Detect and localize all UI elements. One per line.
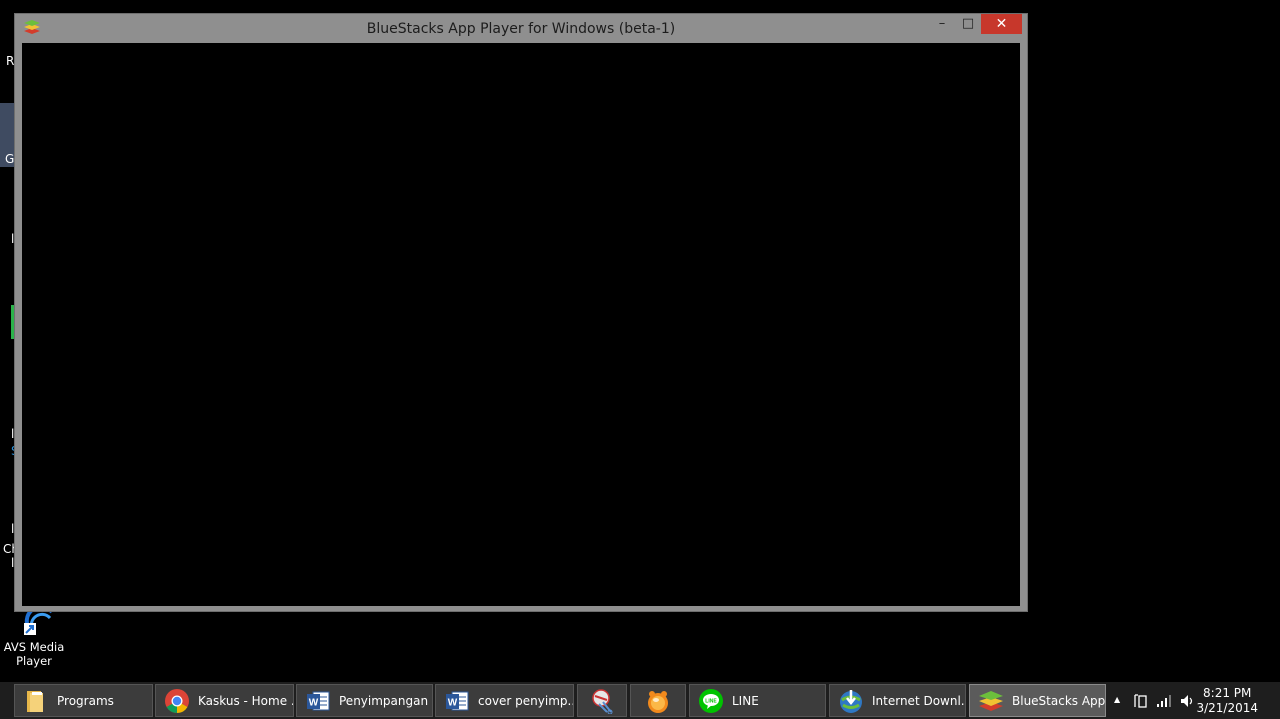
taskbar-item-word-cover[interactable]: W cover penyimp... bbox=[435, 684, 574, 717]
close-button[interactable]: ✕ bbox=[981, 14, 1022, 34]
desktop-icon-avs-media-player[interactable]: AVS Media Player bbox=[2, 604, 66, 668]
minimize-button[interactable]: – bbox=[933, 14, 951, 34]
taskbar-item-chrome[interactable]: Kaskus - Home ... bbox=[155, 684, 294, 717]
taskbar-item-label: cover penyimp... bbox=[478, 693, 573, 708]
avs-media-player-icon bbox=[14, 604, 54, 638]
taskbar-item-label: Kaskus - Home ... bbox=[198, 693, 293, 708]
taskbar-item-label: Programs bbox=[57, 693, 114, 708]
taskbar-item-gom-player[interactable] bbox=[630, 684, 686, 717]
clock-time: 8:21 PM bbox=[1203, 686, 1252, 700]
folder-icon bbox=[23, 688, 49, 714]
snipping-tool-icon bbox=[589, 688, 615, 714]
word-icon: W bbox=[305, 688, 331, 714]
taskbar-item-label: LINE bbox=[732, 693, 759, 708]
svg-text:W: W bbox=[309, 697, 319, 708]
desktop-icon-label: AVS Media Player bbox=[3, 640, 65, 668]
app-content-area[interactable] bbox=[22, 43, 1020, 606]
taskbar-item-word-penyimpangan[interactable]: W Penyimpangan ... bbox=[296, 684, 433, 717]
taskbar-item-line[interactable]: LINE LINE bbox=[689, 684, 826, 717]
signal-icon[interactable] bbox=[1156, 694, 1172, 711]
clock-date: 3/21/2014 bbox=[1196, 701, 1258, 715]
taskbar-item-label: Penyimpangan ... bbox=[339, 693, 432, 708]
taskbar: Programs Kaskus - Home ... W Penyimpanga… bbox=[0, 682, 1280, 719]
line-icon: LINE bbox=[698, 688, 724, 714]
window-titlebar[interactable]: BlueStacks App Player for Windows (beta-… bbox=[15, 14, 1027, 43]
bluestacks-icon bbox=[978, 688, 1004, 714]
gom-player-icon bbox=[645, 688, 671, 714]
word-icon: W bbox=[444, 688, 470, 714]
internet-download-manager-icon bbox=[838, 688, 864, 714]
volume-icon[interactable] bbox=[1180, 694, 1194, 711]
svg-text:LINE: LINE bbox=[705, 698, 717, 704]
chrome-icon bbox=[164, 688, 190, 714]
maximize-button[interactable]: □ bbox=[959, 14, 977, 34]
network-icon[interactable] bbox=[1134, 693, 1150, 712]
show-hidden-icons-button[interactable]: ▲ bbox=[1114, 695, 1120, 704]
desktop-fragment: G bbox=[5, 152, 15, 166]
bluestacks-window[interactable]: BlueStacks App Player for Windows (beta-… bbox=[14, 13, 1028, 612]
window-title: BlueStacks App Player for Windows (beta-… bbox=[366, 21, 676, 37]
taskbar-item-label: BlueStacks App... bbox=[1012, 693, 1105, 708]
taskbar-item-label: Internet Downl... bbox=[872, 693, 965, 708]
taskbar-item-internet-download-manager[interactable]: Internet Downl... bbox=[829, 684, 966, 717]
clock[interactable]: 8:21 PM 3/21/2014 bbox=[1196, 686, 1258, 716]
svg-text:W: W bbox=[448, 697, 458, 708]
desktop: R G l l S l Ch l AVS Media Player bbox=[0, 0, 1280, 682]
taskbar-item-bluestacks[interactable]: BlueStacks App... bbox=[969, 684, 1106, 717]
system-tray: ▲ 8:21 PM 3/21/2014 bbox=[1108, 682, 1280, 719]
taskbar-item-programs[interactable]: Programs bbox=[14, 684, 153, 717]
taskbar-item-snipping-tool[interactable] bbox=[577, 684, 627, 717]
